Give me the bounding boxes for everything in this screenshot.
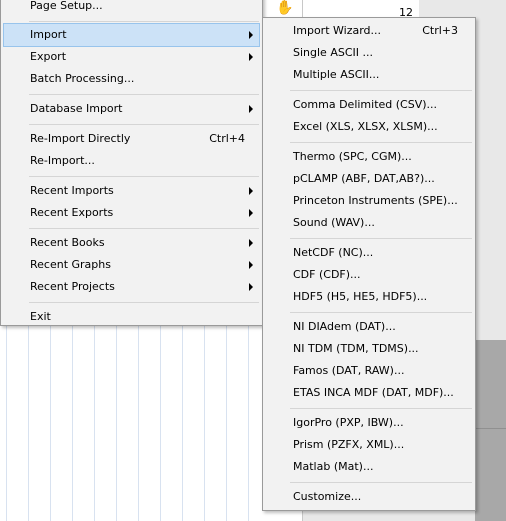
- menu-separator: [290, 312, 472, 313]
- submenu-arrow-icon: [249, 209, 253, 217]
- menu-item-ni-diadem[interactable]: NI DIAdem (DAT)...: [266, 316, 472, 338]
- menu-item-label: Sound (WAV)...: [293, 216, 375, 229]
- submenu-arrow-icon: [249, 283, 253, 291]
- menu-item-import[interactable]: Import: [3, 23, 260, 47]
- menu-item-label: Recent Imports: [30, 184, 114, 197]
- menu-item-multiple-ascii[interactable]: Multiple ASCII...: [266, 64, 472, 86]
- menu-item-label: Thermo (SPC, CGM)...: [293, 150, 412, 163]
- menu-item-ni-tdm[interactable]: NI TDM (TDM, TDMS)...: [266, 338, 472, 360]
- menu-item-label: Re-Import Directly: [30, 132, 131, 145]
- menu-item-label: Import: [30, 28, 67, 41]
- menu-item-igorpro[interactable]: IgorPro (PXP, IBW)...: [266, 412, 472, 434]
- menu-separator: [290, 408, 472, 409]
- menu-item-label: Re-Import...: [30, 154, 95, 167]
- menu-item-label: CDF (CDF)...: [293, 268, 361, 281]
- file-menu: Page Setup... Import Export Batch Proces…: [0, 0, 263, 326]
- menu-separator: [290, 482, 472, 483]
- menu-item-recent-graphs[interactable]: Recent Graphs: [4, 254, 259, 276]
- menu-separator: [29, 176, 259, 177]
- menu-item-export[interactable]: Export: [4, 46, 259, 68]
- menu-item-label: Page Setup...: [30, 0, 103, 12]
- menu-item-pclamp[interactable]: pCLAMP (ABF, DAT,AB?)...: [266, 168, 472, 190]
- menu-item-csv[interactable]: Comma Delimited (CSV)...: [266, 94, 472, 116]
- menu-separator: [290, 90, 472, 91]
- menu-item-matlab[interactable]: Matlab (Mat)...: [266, 456, 472, 478]
- menu-item-thermo[interactable]: Thermo (SPC, CGM)...: [266, 146, 472, 168]
- menu-item-label: Database Import: [30, 102, 123, 115]
- menu-item-label: HDF5 (H5, HE5, HDF5)...: [293, 290, 428, 303]
- menu-item-netcdf[interactable]: NetCDF (NC)...: [266, 242, 472, 264]
- menu-item-recent-projects[interactable]: Recent Projects: [4, 276, 259, 298]
- menu-item-shortcut: Ctrl+4: [209, 132, 245, 145]
- menu-item-label: ETAS INCA MDF (DAT, MDF)...: [293, 386, 454, 399]
- menu-item-princeton[interactable]: Princeton Instruments (SPE)...: [266, 190, 472, 212]
- menu-item-label: Export: [30, 50, 67, 63]
- menu-separator: [290, 142, 472, 143]
- submenu-arrow-icon: [249, 187, 253, 195]
- menu-item-prism[interactable]: Prism (PZFX, XML)...: [266, 434, 472, 456]
- menu-item-label: IgorPro (PXP, IBW)...: [293, 416, 404, 429]
- menu-item-label: Prism (PZFX, XML)...: [293, 438, 405, 451]
- menu-item-label: Excel (XLS, XLSX, XLSM)...: [293, 120, 438, 133]
- menu-item-cdf[interactable]: CDF (CDF)...: [266, 264, 472, 286]
- menu-separator: [290, 238, 472, 239]
- menu-item-label: Princeton Instruments (SPE)...: [293, 194, 458, 207]
- menu-item-label: Import Wizard...: [293, 24, 382, 37]
- menu-item-reimport[interactable]: Re-Import...: [4, 150, 259, 172]
- submenu-arrow-icon: [249, 53, 253, 61]
- menu-item-label: Recent Exports: [30, 206, 114, 219]
- menu-item-batch-processing[interactable]: Batch Processing...: [4, 68, 259, 90]
- menu-item-recent-exports[interactable]: Recent Exports: [4, 202, 259, 224]
- menu-item-label: NetCDF (NC)...: [293, 246, 374, 259]
- menu-item-label: Batch Processing...: [30, 72, 135, 85]
- menu-item-shortcut: Ctrl+3: [422, 24, 458, 37]
- menu-separator: [29, 124, 259, 125]
- menu-item-etas-inca[interactable]: ETAS INCA MDF (DAT, MDF)...: [266, 382, 472, 404]
- menu-item-recent-imports[interactable]: Recent Imports: [4, 180, 259, 202]
- menu-item-recent-books[interactable]: Recent Books: [4, 232, 259, 254]
- menu-separator: [29, 228, 259, 229]
- menu-item-page-setup[interactable]: Page Setup...: [4, 0, 259, 17]
- menu-separator: [29, 94, 259, 95]
- menu-item-label: Matlab (Mat)...: [293, 460, 374, 473]
- menu-item-exit[interactable]: Exit: [4, 306, 259, 328]
- menu-item-excel[interactable]: Excel (XLS, XLSX, XLSM)...: [266, 116, 472, 138]
- menu-item-label: Single ASCII ...: [293, 46, 373, 59]
- menu-item-import-wizard[interactable]: Import Wizard... Ctrl+3: [266, 20, 472, 42]
- menu-item-label: Recent Books: [30, 236, 105, 249]
- menu-item-label: Recent Graphs: [30, 258, 111, 271]
- workspace-grey-area: [475, 340, 506, 521]
- import-submenu: Import Wizard... Ctrl+3 Single ASCII ...…: [262, 17, 476, 511]
- menu-item-famos[interactable]: Famos (DAT, RAW)...: [266, 360, 472, 382]
- menu-item-label: Famos (DAT, RAW)...: [293, 364, 405, 377]
- menu-item-label: Recent Projects: [30, 280, 115, 293]
- submenu-arrow-icon: [249, 261, 253, 269]
- menu-item-label: NI TDM (TDM, TDMS)...: [293, 342, 419, 355]
- menu-item-single-ascii[interactable]: Single ASCII ...: [266, 42, 472, 64]
- menu-item-label: Customize...: [293, 490, 362, 503]
- menu-separator: [29, 302, 259, 303]
- menu-item-label: Comma Delimited (CSV)...: [293, 98, 438, 111]
- menu-item-label: Exit: [30, 310, 51, 323]
- menu-item-label: Multiple ASCII...: [293, 68, 380, 81]
- hand-pointer-icon: ✋: [276, 0, 294, 16]
- menu-item-customize[interactable]: Customize...: [266, 486, 472, 508]
- menu-item-label: NI DIAdem (DAT)...: [293, 320, 396, 333]
- menu-item-label: pCLAMP (ABF, DAT,AB?)...: [293, 172, 435, 185]
- submenu-arrow-icon: [249, 239, 253, 247]
- menu-item-database-import[interactable]: Database Import: [4, 98, 259, 120]
- menu-item-hdf5[interactable]: HDF5 (H5, HE5, HDF5)...: [266, 286, 472, 308]
- menu-item-sound[interactable]: Sound (WAV)...: [266, 212, 472, 234]
- menu-separator: [29, 21, 259, 22]
- submenu-arrow-icon: [249, 105, 253, 113]
- submenu-arrow-icon: [249, 31, 253, 39]
- menu-item-reimport-directly[interactable]: Re-Import Directly Ctrl+4: [4, 128, 259, 150]
